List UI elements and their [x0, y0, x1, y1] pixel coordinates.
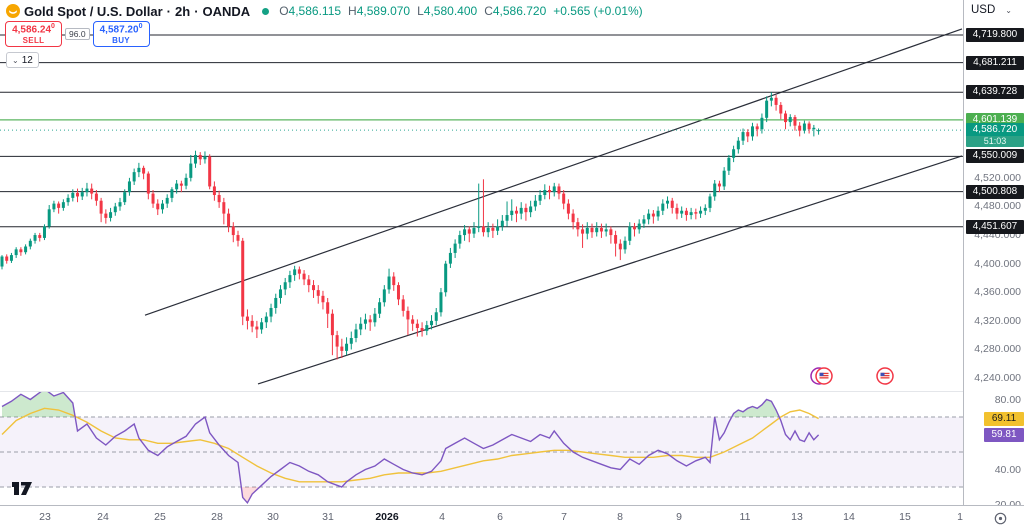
order-panel: 4,586.240 SELL 96.0 4,587.200 BUY	[5, 21, 150, 47]
event-marker-layer	[810, 367, 894, 385]
chart-legend-header[interactable]: Gold Spot / U.S. Dollar · 2h · OANDA O4,…	[6, 3, 643, 19]
legend-collapse-toggle[interactable]: ⌄ 12	[6, 52, 39, 68]
market-status-icon[interactable]	[262, 7, 270, 15]
time-axis-label: 30	[267, 511, 279, 523]
time-axis-label: 23	[39, 511, 51, 523]
economic-event-icon[interactable]	[876, 367, 894, 385]
axis-settings-icon[interactable]	[993, 511, 1008, 526]
exchange-label[interactable]: OANDA	[203, 4, 251, 19]
bar-countdown: 51:03	[966, 136, 1024, 148]
flag-stripe	[880, 377, 890, 379]
time-axis-label: 24	[97, 511, 109, 523]
rsi-ma-badge: 69.11	[984, 411, 1024, 426]
time-axis-label: 6	[497, 511, 503, 523]
price-grid-label: 4,480.000	[974, 200, 1021, 213]
symbol-title[interactable]: Gold Spot / U.S. Dollar	[24, 4, 163, 19]
price-grid-label: 4,320.000	[974, 314, 1021, 327]
time-axis[interactable]: 23 24 25 28 30 31 2026 4 6 7 8 9 11 13 14 15 1	[0, 505, 1024, 529]
time-axis-label: 7	[561, 511, 567, 523]
last-price-badge: 4,586.720 51:03	[966, 123, 1024, 148]
spread-value: 96.0	[65, 27, 90, 41]
price-level-badge: 4,500.808	[966, 184, 1024, 199]
time-axis-label: 9	[676, 511, 682, 523]
time-axis-label: 1	[957, 511, 963, 523]
price-grid-label: 4,360.000	[974, 286, 1021, 299]
time-axis-label: 28	[211, 511, 223, 523]
chevron-down-icon: ⌄	[12, 55, 19, 65]
currency-unit-button[interactable]: USD ⌄	[971, 4, 1012, 16]
last-price-value: 4,586.720	[966, 123, 1024, 137]
time-axis-label: 15	[899, 511, 911, 523]
time-axis-label: 13	[791, 511, 803, 523]
flag-canton	[880, 372, 885, 376]
price-axis[interactable]: USD ⌄ 4,520.000 4,480.000 4,440.000 4,400.0…	[963, 0, 1024, 511]
price-level-badge: 4,639.728	[966, 85, 1024, 100]
price-level-badge: 4,550.009	[966, 149, 1024, 164]
time-axis-label: 8	[617, 511, 623, 523]
interval-label[interactable]: 2h	[175, 4, 190, 19]
time-axis-label: 11	[739, 511, 751, 523]
sell-button[interactable]: 4,586.240 SELL	[5, 21, 62, 47]
flag-stripe	[819, 377, 829, 379]
price-level-badge: 4,681.211	[966, 55, 1024, 70]
price-grid-label: 4,520.000	[974, 171, 1021, 184]
ohlc-readout: O4,586.115 H4,589.070 L4,580.400 C4,586.…	[279, 4, 643, 18]
time-axis-label: 4	[439, 511, 445, 523]
rsi-scale-label: 80.00	[994, 393, 1021, 406]
symbol-logo-icon	[6, 4, 20, 18]
price-grid-label: 4,400.000	[974, 257, 1021, 270]
rsi-scale-label: 40.00	[994, 463, 1021, 476]
economic-event-icon[interactable]	[810, 367, 833, 385]
price-grid-label: 4,280.000	[974, 343, 1021, 356]
flag-canton	[819, 372, 824, 376]
rsi-value-badge: 59.81	[984, 427, 1024, 442]
hidden-indicator-count: 12	[21, 54, 33, 66]
chevron-down-icon: ⌄	[1005, 5, 1012, 15]
time-axis-label: 31	[322, 511, 334, 523]
price-level-badge: 4,719.800	[966, 28, 1024, 42]
buy-button[interactable]: 4,587.200 BUY	[92, 21, 150, 47]
time-axis-label: 25	[154, 511, 166, 523]
time-axis-label: 2026	[375, 511, 399, 523]
price-level-badge: 4,451.607	[966, 219, 1024, 234]
time-axis-label: 14	[843, 511, 855, 523]
price-grid-label: 4,240.000	[974, 372, 1021, 385]
